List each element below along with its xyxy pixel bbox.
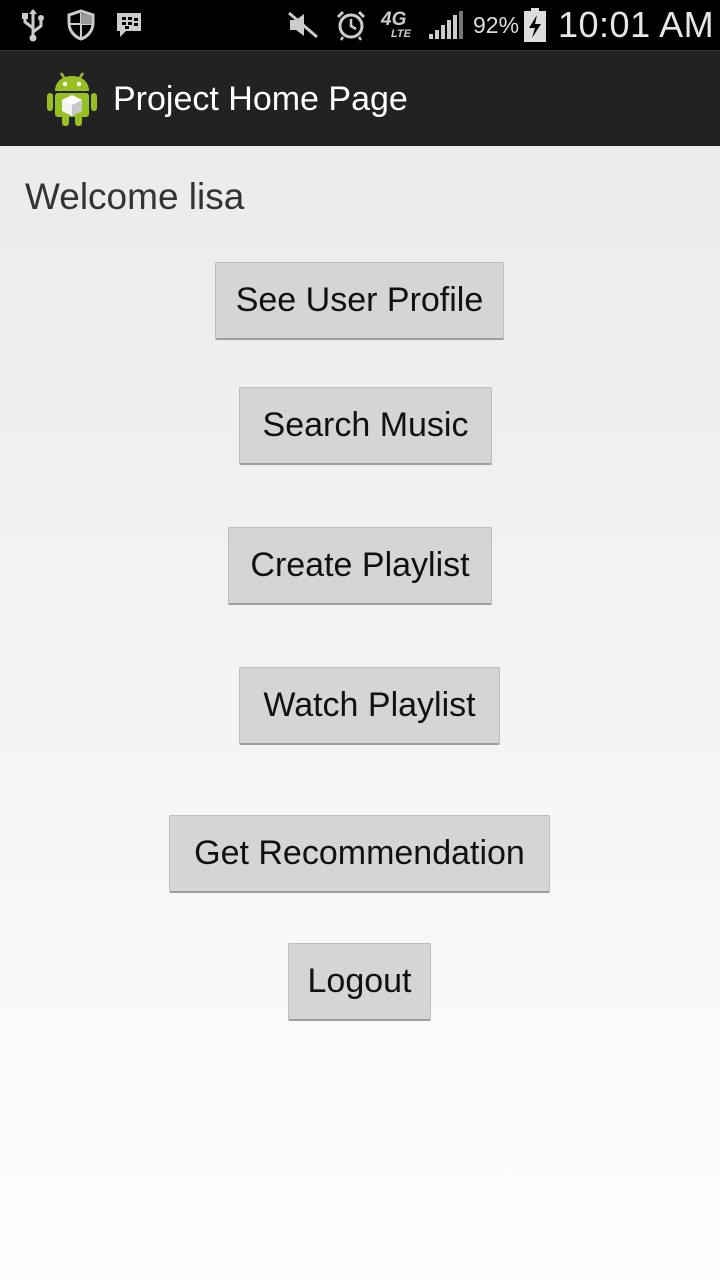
- create-playlist-button[interactable]: Create Playlist: [228, 527, 492, 605]
- alarm-icon: [335, 0, 367, 50]
- battery-percent: 92%: [473, 11, 520, 38]
- android-app-icon[interactable]: [46, 69, 98, 127]
- search-music-button[interactable]: Search Music: [239, 387, 492, 465]
- action-bar: Project Home Page: [0, 50, 720, 147]
- status-bar: 4G LTE 92% 10:01 AM: [0, 0, 720, 50]
- see-user-profile-button[interactable]: See User Profile: [215, 262, 504, 340]
- page-title: Project Home Page: [113, 79, 408, 118]
- welcome-text: Welcome lisa: [25, 176, 245, 217]
- get-recommendation-button[interactable]: Get Recommendation: [169, 815, 550, 893]
- mute-icon: [287, 0, 319, 50]
- status-clock: 10:01 AM: [558, 4, 715, 45]
- shield-icon: [67, 0, 95, 50]
- battery-charging-icon: [523, 0, 547, 50]
- logout-button[interactable]: Logout: [288, 943, 431, 1021]
- bbm-icon: [114, 0, 144, 50]
- network-sub-label: LTE: [391, 27, 411, 40]
- watch-playlist-button[interactable]: Watch Playlist: [239, 667, 500, 745]
- signal-icon: [428, 0, 464, 50]
- usb-icon: [20, 0, 46, 50]
- 4g-lte-icon: 4G LTE: [381, 0, 411, 50]
- network-label: 4G: [381, 8, 407, 30]
- main-content: Welcome lisa See User Profile Search Mus…: [0, 146, 720, 1280]
